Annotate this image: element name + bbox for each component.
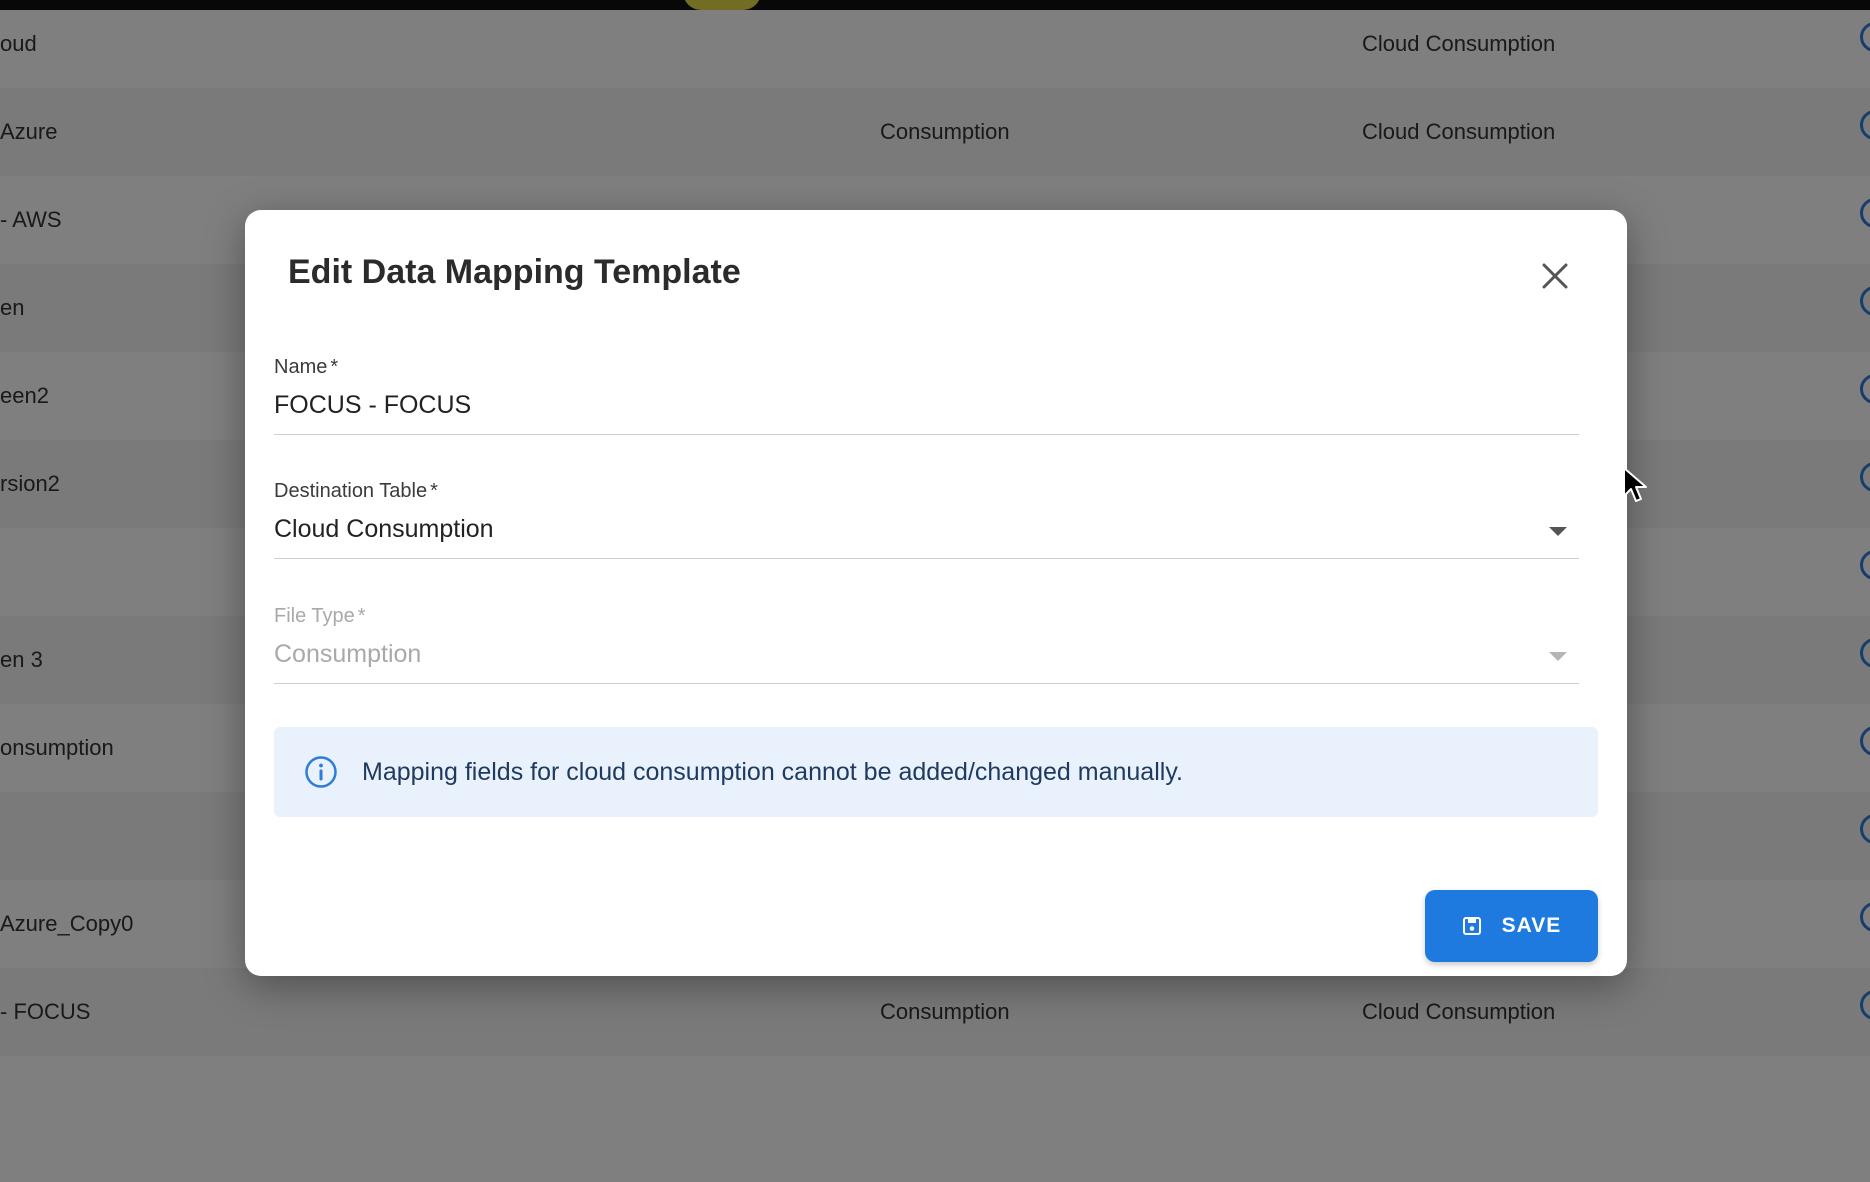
save-label: SAVE: [1501, 914, 1562, 937]
info-alert: Mapping fields for cloud consumption can…: [274, 727, 1598, 817]
info-icon: [305, 756, 337, 788]
alert-message: Mapping fields for cloud consumption can…: [362, 757, 1183, 786]
page: oudCloud ConsumptionAzureConsumptionClou…: [0, 0, 1870, 1182]
chevron-down-icon[interactable]: [1549, 527, 1567, 536]
file-type-label: File Type *: [274, 605, 366, 627]
close-button[interactable]: [1535, 256, 1575, 296]
file-type-value: Consumption: [274, 640, 422, 668]
destination-table-value[interactable]: Cloud Consumption: [274, 515, 1579, 558]
dialog-title: Edit Data Mapping Template: [288, 253, 741, 291]
mouse-pointer-icon: [1623, 467, 1647, 502]
destination-table-label: Destination Table *: [274, 480, 438, 502]
file-type-select: File Type * Consumption: [274, 605, 1579, 684]
destination-table-select[interactable]: Destination Table * Cloud Consumption: [274, 480, 1579, 559]
save-icon: [1462, 917, 1481, 935]
edit-template-dialog: Edit Data Mapping Template Name * FOCUS -…: [245, 210, 1627, 976]
name-input[interactable]: FOCUS - FOCUS: [274, 391, 1579, 434]
close-icon: [1542, 263, 1568, 289]
save-button[interactable]: SAVE: [1425, 890, 1598, 962]
name-label: Name *: [274, 356, 339, 378]
chevron-down-icon: [1549, 652, 1567, 661]
name-field[interactable]: Name * FOCUS - FOCUS: [274, 356, 1579, 435]
